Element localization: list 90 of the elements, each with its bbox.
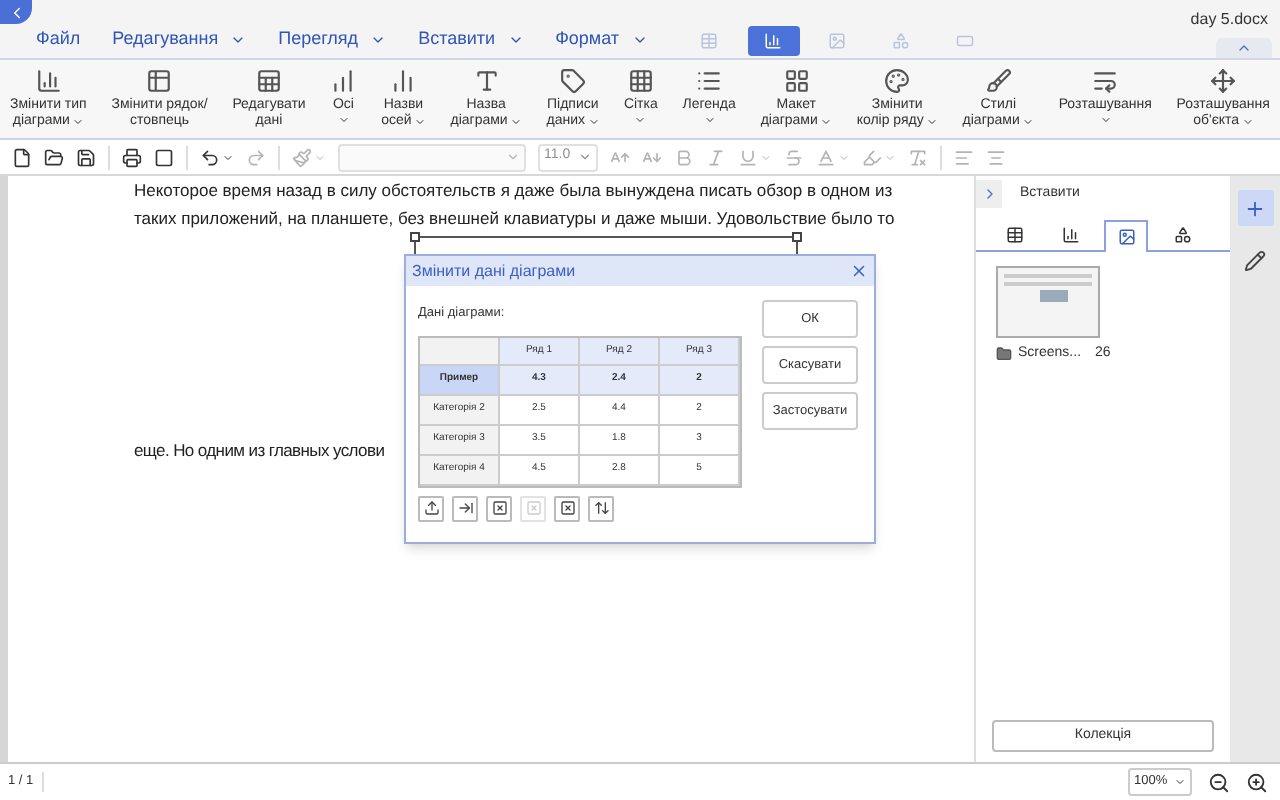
context-tab[interactable] (747, 25, 800, 55)
toolbar-button[interactable] (154, 147, 174, 167)
document-title: day 5.docx (1190, 8, 1268, 32)
bar-chart-icon (1061, 225, 1079, 243)
grid-icon (627, 68, 654, 94)
italic-icon (706, 147, 726, 167)
align-center-icon (986, 147, 1006, 167)
data-tool-button[interactable] (554, 495, 580, 522)
insert-icon (457, 500, 473, 517)
palette-icon (884, 68, 911, 94)
strikethrough-icon (784, 147, 804, 167)
body-text-line: еще. Но одним из главных услови (134, 438, 385, 464)
menu-item[interactable]: Редагування (112, 26, 247, 54)
toolbar-button[interactable] (200, 147, 234, 167)
panel-tab[interactable] (1104, 220, 1148, 252)
image-icon (828, 31, 847, 49)
chevron-up-icon (1236, 40, 1252, 56)
new-file-icon (12, 147, 32, 167)
paintbrush-icon (292, 147, 312, 167)
data-tool-button[interactable] (486, 495, 512, 522)
data-tool-button[interactable] (452, 495, 478, 522)
zoom-out-button[interactable] (1208, 771, 1230, 793)
close-icon (850, 262, 868, 280)
menu-item[interactable]: Файл (36, 26, 81, 54)
pencil-icon (1244, 249, 1266, 271)
layout-icon (783, 68, 810, 94)
menu-item[interactable]: Перегляд (278, 26, 387, 54)
data-tool-button[interactable] (588, 495, 614, 522)
resize-handle[interactable] (410, 232, 420, 242)
image-icon (1117, 228, 1135, 246)
toolbar-button[interactable] (122, 147, 142, 167)
dialog-title: Змінити дані діаграми (412, 259, 576, 283)
bar-chart-icon (764, 31, 783, 49)
delete-icon (491, 500, 507, 517)
clear-format-icon (908, 147, 928, 167)
folder-icon (44, 147, 64, 167)
delete-icon (525, 500, 541, 517)
font-grow-icon (610, 147, 630, 167)
corner-cell (420, 337, 500, 366)
resize-handle[interactable] (792, 232, 802, 242)
body-text-line: Некоторое время назад в силу обстоятельств я даже была вынуждена писать обзор в одном из (134, 178, 893, 204)
legend-icon (696, 68, 723, 94)
thumbnail[interactable] (996, 266, 1100, 338)
caret-icon (506, 150, 520, 164)
caret-icon (578, 150, 592, 164)
text-box-icon (956, 31, 975, 49)
wrap-icon (1092, 68, 1119, 94)
upload-icon (423, 500, 439, 517)
highlighter-icon (862, 147, 882, 167)
toolbar-button[interactable] (12, 147, 32, 167)
data-tool-button[interactable] (418, 495, 444, 522)
shapes-icon (1173, 225, 1191, 243)
folder-icon (996, 346, 1012, 363)
font-color-icon (816, 147, 836, 167)
table-icon (1005, 225, 1023, 243)
tag-icon (559, 68, 586, 94)
undo-icon (200, 147, 220, 167)
square-icon (154, 147, 174, 167)
back-button[interactable] (0, 0, 32, 24)
redo-icon (246, 147, 266, 167)
plus-icon (1244, 197, 1266, 219)
zoom-in-icon (1246, 771, 1268, 793)
strip-button[interactable] (1237, 190, 1273, 226)
zoom-out-icon (1208, 771, 1230, 793)
caret-icon (1174, 776, 1186, 788)
brush-icon (985, 68, 1012, 94)
swap-icon (593, 500, 609, 517)
bold-icon (674, 147, 694, 167)
bar-chart-icon (330, 68, 357, 94)
shapes-icon (892, 31, 911, 49)
zoom-in-button[interactable] (1246, 771, 1268, 793)
save-icon (76, 147, 96, 167)
sheet-icon (256, 68, 282, 94)
bar-chart-icon (35, 68, 62, 94)
delete-icon (559, 500, 575, 517)
move-icon (1210, 68, 1237, 94)
bar-chart-icon (390, 68, 417, 94)
font-shrink-icon (642, 147, 662, 167)
align-left-icon (954, 147, 974, 167)
underline-icon (738, 147, 758, 167)
title-icon (473, 68, 500, 94)
body-text-line: таких приложений, на планшете, без внешней клавиатуры и даже мыши. Удовольствие было то (134, 206, 895, 232)
close-button[interactable] (850, 262, 868, 280)
table-icon (700, 31, 719, 49)
menu-item[interactable]: Формат (555, 26, 648, 54)
toolbar-button[interactable] (44, 147, 64, 167)
printer-icon (122, 147, 142, 167)
table-icon (146, 68, 173, 94)
menu-item[interactable]: Вставити (418, 26, 524, 54)
toolbar-button[interactable] (76, 147, 96, 167)
